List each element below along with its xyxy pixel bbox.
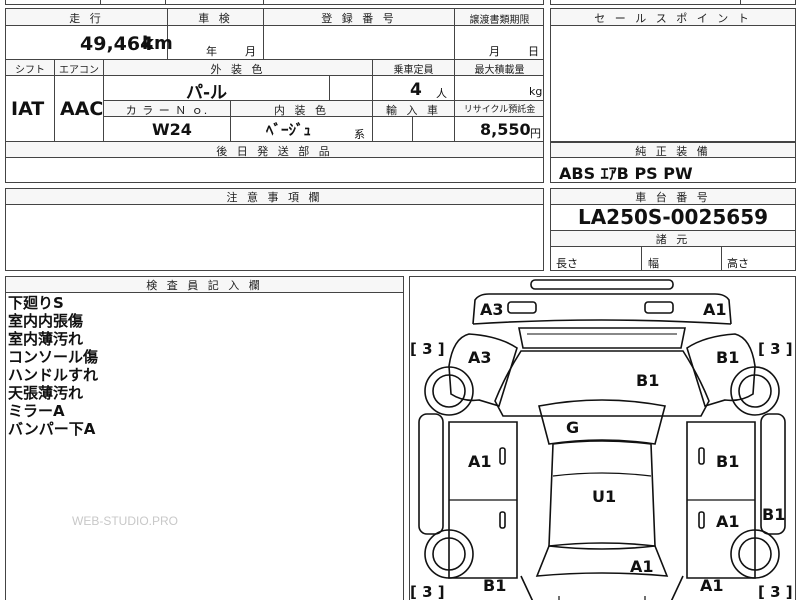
tire-rear-left: [ 3 ] xyxy=(410,583,445,600)
caution-label: 注 意 事 項 欄 xyxy=(226,191,323,204)
capacity-label: 乗車定員 xyxy=(393,65,434,76)
note-item: ハンドルすれ xyxy=(8,366,99,384)
mark-rear-left: B1 xyxy=(483,576,507,595)
interior-color-value: ﾍﾞｰｼﾞｭ xyxy=(266,121,312,139)
note-item: 室内薄汚れ xyxy=(8,330,84,348)
width-label: 幅 xyxy=(648,257,659,270)
equipment-label: 純 正 装 備 xyxy=(635,145,711,158)
tire-rear-right: [ 3 ] xyxy=(758,583,793,600)
note-item: 室内内張傷 xyxy=(8,312,84,330)
mark-front-left: A3 xyxy=(480,300,504,319)
inspector-notes: 下廻りS 室内内張傷 室内薄汚れ コンソール傷 ハンドルすれ 天張薄汚れ ミラー… xyxy=(8,294,98,438)
top-strip xyxy=(5,0,544,5)
ac-value: AAC xyxy=(60,98,104,120)
car-diagram xyxy=(418,279,786,600)
note-item: 天張薄汚れ xyxy=(8,384,84,402)
tire-front-right: [ 3 ] xyxy=(758,340,793,358)
mark-door-front-left: A1 xyxy=(468,452,492,471)
import-label: 輸 入 車 xyxy=(386,104,441,117)
color-no-label: カ ラ ー Ｎ ｏ. xyxy=(125,104,209,117)
mark-roof-front: G xyxy=(566,418,580,437)
mileage-unit: km xyxy=(142,33,173,54)
sales-point-box xyxy=(550,8,796,142)
shift-value: IAT xyxy=(11,98,45,120)
shift-label: シフト xyxy=(15,65,45,76)
sales-point-label: セ ー ル ス ポ イ ン ト xyxy=(594,12,752,25)
mark-door-rear-right: A1 xyxy=(716,512,740,531)
height-label: 高さ xyxy=(727,257,749,270)
interior-color-label: 内 装 色 xyxy=(274,104,329,117)
mark-trunk: A1 xyxy=(630,557,654,576)
transfer-deadline-label: 譲渡書類期限 xyxy=(469,15,530,26)
ac-label: エアコン xyxy=(59,65,99,76)
length-label: 長さ xyxy=(556,257,578,270)
tire-front-left: [ 3 ] xyxy=(410,340,445,358)
watermark: WEB-STUDIO.PRO xyxy=(72,514,179,528)
mark-roof: U1 xyxy=(592,487,617,506)
inspection-label: 車 検 xyxy=(198,12,233,25)
exterior-color-label: 外 装 色 xyxy=(210,63,266,76)
exterior-color-value: パ-ル xyxy=(186,83,228,103)
inspector-label: 検 査 員 記 入 欄 xyxy=(146,279,263,292)
mark-fender-right: B1 xyxy=(716,348,740,367)
dimensions-label: 諸 元 xyxy=(655,233,691,246)
equipment-value: ABS ｴｱB PS PW xyxy=(559,164,693,183)
mileage-label: 走 行 xyxy=(69,12,104,25)
later-parts-label: 後 日 発 送 部 品 xyxy=(216,145,333,158)
mark-fender-left: A3 xyxy=(468,348,492,367)
color-no-value: W24 xyxy=(152,120,192,139)
note-item: 下廻りS xyxy=(8,294,64,312)
registration-label: 登 録 番 号 xyxy=(321,12,397,25)
chassis-value: LA250S-0025659 xyxy=(577,205,769,229)
mark-side-rear-right: B1 xyxy=(762,505,786,524)
mark-front-right: A1 xyxy=(703,300,727,319)
mark-hood: B1 xyxy=(636,371,660,390)
note-item: コンソール傷 xyxy=(8,348,99,366)
note-item: バンパー下A xyxy=(8,420,96,438)
max-load-label: 最大積載量 xyxy=(474,65,525,76)
mark-door-front-right: B1 xyxy=(716,452,740,471)
recycle-value: 8,550 xyxy=(480,120,531,139)
note-item: ミラーA xyxy=(8,402,65,420)
recycle-label: リサイクル預託金 xyxy=(463,105,536,115)
capacity-value: 4 xyxy=(410,80,422,100)
mark-rear-right: A1 xyxy=(700,576,724,595)
chassis-label: 車 台 番 号 xyxy=(635,191,711,204)
